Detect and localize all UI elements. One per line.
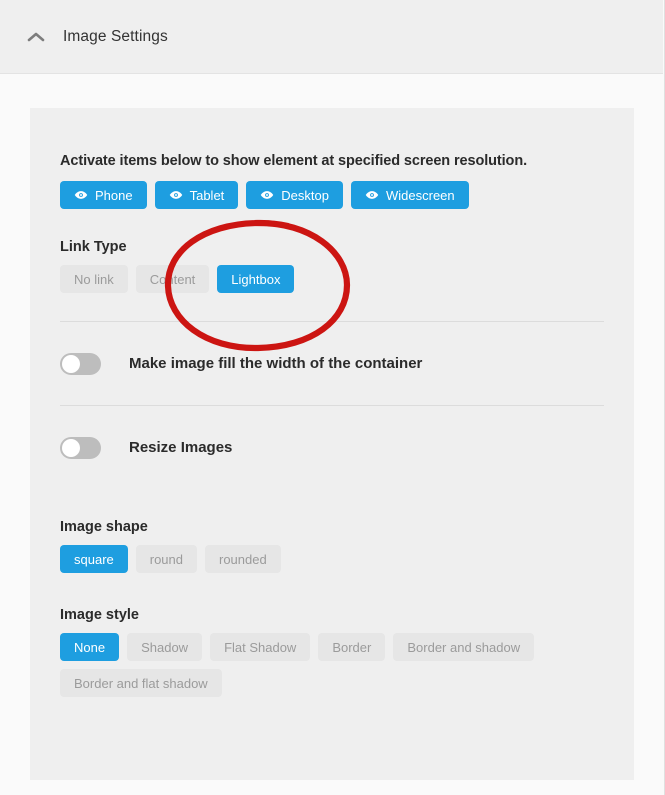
panel-header: Image Settings bbox=[0, 0, 663, 74]
resolution-button-desktop[interactable]: Desktop bbox=[246, 181, 343, 209]
resolution-button-label: Phone bbox=[95, 187, 133, 203]
toggle-knob bbox=[62, 354, 80, 373]
eye-icon bbox=[365, 190, 379, 200]
image-style-option-border-and-shadow[interactable]: Border and shadow bbox=[393, 633, 535, 661]
image-style-option-flat-shadow[interactable]: Flat Shadow bbox=[210, 633, 311, 661]
image-style-option-none[interactable]: None bbox=[60, 633, 120, 661]
image-shape-label: Image shape bbox=[60, 519, 148, 535]
image-style-option-border-and-flat-shadow[interactable]: Border and flat shadow bbox=[60, 669, 222, 697]
toggle-knob bbox=[62, 438, 80, 457]
resize-images-label: Resize Images bbox=[129, 439, 233, 456]
image-style-option-shadow[interactable]: Shadow bbox=[127, 633, 203, 661]
page-title: Image Settings bbox=[63, 27, 168, 45]
resolution-button-widescreen[interactable]: Widescreen bbox=[351, 181, 469, 209]
link-type-option-no-link[interactable]: No link bbox=[60, 265, 128, 293]
link-type-button-row: No link Content Lightbox bbox=[60, 265, 604, 293]
image-style-label: Image style bbox=[60, 607, 139, 623]
image-settings-panel: Image Settings Activate items below to s… bbox=[0, 0, 665, 795]
chevron-up-icon[interactable] bbox=[24, 25, 48, 49]
eye-icon bbox=[169, 190, 183, 200]
screen-resolution-section: Activate items below to show element at … bbox=[60, 153, 604, 209]
fill-width-row: Make image fill the width of the contain… bbox=[60, 322, 604, 405]
link-type-section: Link Type No link Content Lightbox bbox=[60, 239, 604, 293]
fill-width-label: Make image fill the width of the contain… bbox=[129, 355, 423, 372]
link-type-option-lightbox[interactable]: Lightbox bbox=[217, 265, 295, 293]
fill-width-toggle[interactable] bbox=[60, 352, 101, 375]
image-style-section: Image style None Shadow Flat Shadow Bord… bbox=[60, 607, 604, 697]
resize-images-row: Resize Images bbox=[60, 406, 604, 489]
image-shape-section: Image shape square round rounded bbox=[60, 519, 604, 573]
eye-icon bbox=[260, 190, 274, 200]
image-shape-option-round[interactable]: round bbox=[135, 545, 197, 573]
link-type-label: Link Type bbox=[60, 239, 127, 255]
resolution-button-label: Desktop bbox=[281, 187, 329, 203]
resolution-button-row: Phone Tablet Desktop Widescreen bbox=[60, 181, 604, 209]
image-shape-option-square[interactable]: square bbox=[60, 545, 128, 573]
link-type-option-content[interactable]: Content bbox=[135, 265, 210, 293]
image-style-button-row: None Shadow Flat Shadow Border Border an… bbox=[60, 633, 604, 697]
resolution-button-tablet[interactable]: Tablet bbox=[154, 181, 239, 209]
image-shape-button-row: square round rounded bbox=[60, 545, 604, 573]
image-shape-option-rounded[interactable]: rounded bbox=[205, 545, 281, 573]
settings-card: Activate items below to show element at … bbox=[30, 108, 634, 780]
resize-images-toggle[interactable] bbox=[60, 436, 101, 459]
resolution-button-phone[interactable]: Phone bbox=[60, 181, 147, 209]
resolution-button-label: Tablet bbox=[189, 187, 225, 203]
eye-icon bbox=[74, 190, 88, 200]
resolution-lead-text: Activate items below to show element at … bbox=[60, 153, 527, 169]
image-style-option-border[interactable]: Border bbox=[318, 633, 386, 661]
resolution-button-label: Widescreen bbox=[386, 187, 455, 203]
